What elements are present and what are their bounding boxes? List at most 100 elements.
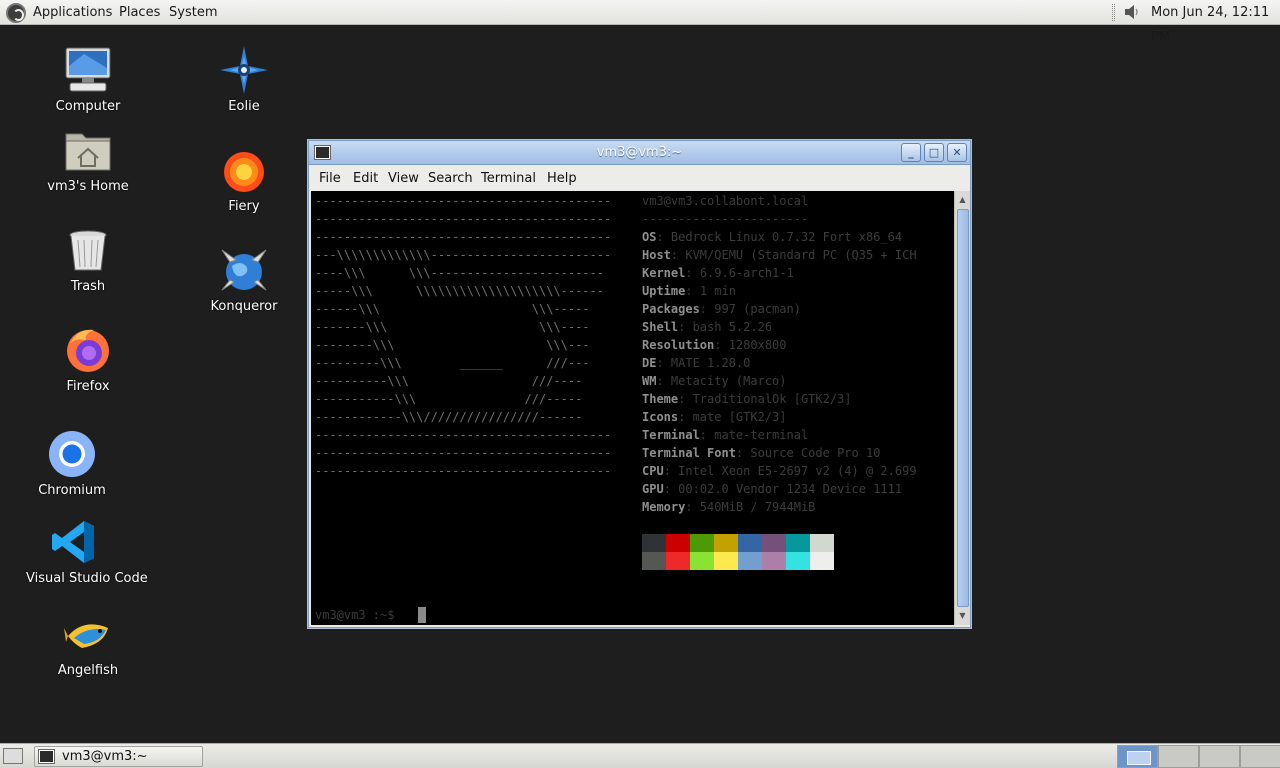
desktop-icon-eolie[interactable]: Eolie — [196, 46, 292, 114]
ascii-art-line: ------------\\\////////////////------ — [315, 410, 583, 424]
info-value: bash 5.2.26 — [692, 320, 773, 334]
desktop-icon-label: Chromium — [38, 483, 106, 498]
info-value: 997 (pacman) — [714, 302, 801, 316]
desktop-icon-label: vm3's Home — [47, 179, 129, 194]
terminal-window[interactable]: vm3@vm3:~ _ □ ✕ File Edit View Search Te… — [308, 140, 971, 628]
maximize-button[interactable]: □ — [924, 143, 944, 162]
info-value: Source Code Pro 10 — [750, 446, 881, 460]
taskbar-window-button[interactable]: vm3@vm3:~ — [34, 746, 203, 767]
ascii-art-line: ----------------------------------------… — [315, 464, 612, 478]
menu-applications[interactable]: Applications — [33, 0, 112, 25]
info-separator: : — [714, 338, 729, 352]
info-value: mate-terminal — [714, 428, 809, 442]
info-key: Terminal — [642, 428, 700, 442]
info-row: Kernel: 6.9.6-arch1-1 — [642, 264, 794, 282]
desktop-icon-angelfish[interactable]: Angelfish — [40, 610, 136, 678]
info-value: 1280x800 — [728, 338, 787, 352]
bottom-panel: vm3@vm3:~ — [0, 743, 1280, 768]
info-separator: : — [699, 302, 715, 316]
info-separator: : — [685, 500, 700, 514]
minimize-button[interactable]: _ — [901, 143, 921, 162]
desktop-icon-firefox[interactable]: Firefox — [40, 326, 136, 394]
menu-file[interactable]: File — [319, 166, 341, 191]
info-key: Kernel — [642, 266, 686, 280]
info-separator: : — [735, 446, 751, 460]
color-swatch — [810, 552, 834, 570]
ascii-art-line: -------\\\ \\\---- — [315, 320, 590, 334]
text-cursor — [418, 607, 426, 623]
menu-edit[interactable]: Edit — [353, 166, 378, 191]
workspace-4[interactable] — [1240, 745, 1280, 768]
desktop-icon-vscode[interactable]: Visual Studio Code — [26, 518, 148, 586]
color-swatch — [810, 534, 834, 552]
menu-system[interactable]: System — [169, 0, 217, 25]
info-key: Packages — [642, 302, 700, 316]
clock[interactable]: Mon Jun 24, 12:11 PM — [1151, 0, 1280, 45]
terminal-output[interactable]: ----------------------------------------… — [311, 191, 954, 625]
color-swatch — [666, 534, 690, 552]
info-key: WM — [642, 374, 657, 388]
workspace-2[interactable] — [1158, 745, 1199, 768]
info-separator: : — [663, 464, 679, 478]
scrollbar-thumb[interactable] — [957, 209, 969, 607]
workspace-1[interactable] — [1117, 745, 1158, 768]
info-value: TraditionalOk [GTK2/3] — [692, 392, 852, 406]
window-titlebar[interactable]: vm3@vm3:~ _ □ ✕ — [309, 141, 970, 165]
info-row: Terminal: mate-terminal — [642, 426, 808, 444]
color-swatch — [738, 534, 762, 552]
neofetch-header: vm3@vm3.collabont.local — [642, 194, 809, 208]
applications-logo-icon[interactable] — [6, 3, 26, 23]
info-value: MATE 1.28.0 — [670, 356, 751, 370]
info-separator: : — [670, 248, 686, 262]
close-button[interactable]: ✕ — [947, 143, 967, 162]
info-key: GPU — [642, 482, 664, 496]
desktop-icon-trash[interactable]: Trash — [40, 226, 136, 294]
ascii-art-line: -----\\\ \\\\\\\\\\\\\\\\\\\\------ — [315, 284, 604, 298]
menu-terminal[interactable]: Terminal — [481, 166, 536, 191]
menu-search[interactable]: Search — [428, 166, 473, 191]
scroll-up-arrow-icon[interactable]: ▲ — [957, 194, 968, 206]
info-key: DE — [642, 356, 657, 370]
info-value: Metacity (Marco) — [670, 374, 787, 388]
volume-icon[interactable] — [1122, 2, 1142, 22]
color-swatch — [690, 534, 714, 552]
workspace-3[interactable] — [1199, 745, 1240, 768]
ascii-art-line: ----------------------------------------… — [315, 230, 612, 244]
color-swatch — [690, 552, 714, 570]
desktop-icon-konqueror[interactable]: Konqueror — [196, 246, 292, 314]
info-value: 540MiB / 7944MiB — [699, 500, 816, 514]
desktop-icon-label: Angelfish — [57, 663, 119, 678]
desktop-icon-label: Computer — [55, 99, 121, 114]
show-desktop-icon[interactable] — [3, 748, 23, 764]
ascii-art-line: ----------------------------------------… — [315, 212, 612, 226]
info-value: mate [GTK2/3] — [692, 410, 787, 424]
info-value: 6.9.6-arch1-1 — [699, 266, 794, 280]
terminal-menubar: File Edit View Search Terminal Help — [309, 166, 970, 191]
info-separator: : — [685, 266, 700, 280]
desktop-icon-computer[interactable]: Computer — [40, 46, 136, 114]
menu-help[interactable]: Help — [547, 166, 577, 191]
vscode-icon — [50, 518, 98, 566]
info-key: Host — [642, 248, 671, 262]
terminal-scrollbar[interactable]: ▲ ▼ — [954, 191, 970, 625]
menu-view[interactable]: View — [388, 166, 419, 191]
info-value: 1 min — [699, 284, 736, 298]
info-key: Theme — [642, 392, 679, 406]
menu-places[interactable]: Places — [119, 0, 160, 25]
firefox-icon — [64, 326, 112, 374]
desktop-icon-fiery[interactable]: Fiery — [196, 146, 292, 214]
info-row: CPU: Intel Xeon E5-2697 v2 (4) @ 2.699 — [642, 462, 917, 480]
color-swatch — [714, 534, 738, 552]
computer-icon — [64, 46, 112, 94]
scroll-down-arrow-icon[interactable]: ▼ — [957, 610, 968, 622]
info-row: Theme: TraditionalOk [GTK2/3] — [642, 390, 852, 408]
desktop-icon-chromium[interactable]: Chromium — [24, 430, 120, 498]
info-value: Intel Xeon E5-2697 v2 (4) @ 2.699 — [678, 464, 917, 478]
ascii-art-line: ----\\\ \\\------------------------ — [315, 266, 604, 280]
color-swatch — [786, 534, 810, 552]
desktop-icon-label: Fiery — [228, 199, 260, 214]
desktop-icon-home[interactable]: vm3's Home — [40, 126, 136, 194]
eolie-icon — [220, 46, 268, 94]
info-row: Uptime: 1 min — [642, 282, 736, 300]
info-value: Bedrock Linux 0.7.32 Fort x86_64 — [670, 230, 903, 244]
